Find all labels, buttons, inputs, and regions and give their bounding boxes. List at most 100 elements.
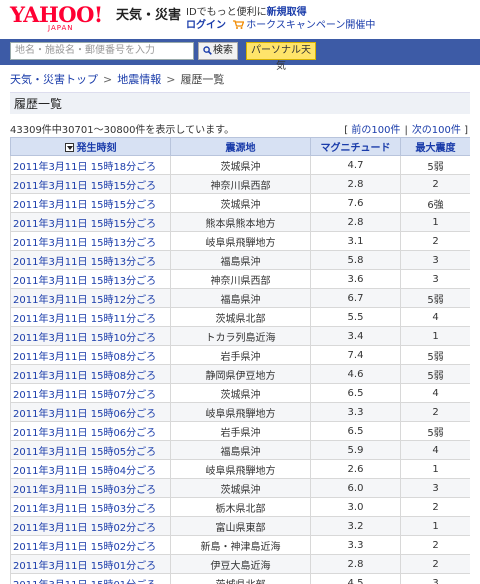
row-epicenter: 茨城県沖 xyxy=(170,193,311,213)
page-title: 履歴一覧 xyxy=(10,92,470,114)
row-time-link[interactable]: 2011年3月11日 15時15分ごろ xyxy=(13,181,156,192)
row-epicenter: 栃木県北部 xyxy=(170,497,311,517)
login-link[interactable]: ログイン xyxy=(186,20,226,31)
row-magnitude: 5.8 xyxy=(310,250,401,270)
table-row: 2011年3月11日 15時06分ごろ 岐阜県飛騨地方 3.3 2 xyxy=(10,402,470,422)
table-cell: 2011年3月11日 15時06分ごろ xyxy=(10,421,171,441)
row-magnitude: 3.1 xyxy=(310,231,401,251)
table-row: 2011年3月11日 15時07分ごろ 茨城県沖 6.5 4 xyxy=(10,383,470,403)
table-row: 2011年3月11日 15時03分ごろ 栃木県北部 3.0 2 xyxy=(10,497,470,517)
table-row: 2011年3月11日 15時08分ごろ 静岡県伊豆地方 4.6 5弱 xyxy=(10,364,470,384)
row-magnitude: 3.3 xyxy=(310,402,401,422)
row-intensity: 2 xyxy=(400,535,470,555)
row-magnitude: 6.5 xyxy=(310,383,401,403)
row-epicenter: トカラ列島近海 xyxy=(170,326,311,346)
personal-weather-button[interactable]: パーソナル天気 xyxy=(246,42,316,72)
row-magnitude: 7.6 xyxy=(310,193,401,213)
row-epicenter: 茨城県沖 xyxy=(170,478,311,498)
search-bar: 地名・施設名・郵便番号を入力 検索 パーソナル天気 xyxy=(0,39,480,72)
table-cell: 2011年3月11日 15時02分ごろ xyxy=(10,535,171,555)
row-time-link[interactable]: 2011年3月11日 15時06分ごろ xyxy=(13,428,156,439)
row-epicenter: 神奈川県西部 xyxy=(170,174,311,194)
row-epicenter: 福島県沖 xyxy=(170,440,311,460)
row-magnitude: 3.0 xyxy=(310,497,401,517)
row-epicenter: 岩手県沖 xyxy=(170,421,311,441)
login-campaign-line: ログイン ホークスキャンペーン開催中 xyxy=(186,16,375,31)
table-cell: 2011年3月11日 15時08分ごろ xyxy=(10,345,171,365)
row-intensity: 2 xyxy=(400,554,470,574)
yahoo-logo[interactable]: YAHOO! xyxy=(10,4,103,26)
pager-bracket-open: [ xyxy=(344,125,349,136)
row-magnitude: 3.2 xyxy=(310,516,401,536)
row-time-link[interactable]: 2011年3月11日 15時13分ごろ xyxy=(13,276,156,287)
row-magnitude: 5.9 xyxy=(310,440,401,460)
row-magnitude: 3.4 xyxy=(310,326,401,346)
table-cell: 2011年3月11日 15時18分ごろ xyxy=(10,155,171,175)
row-time-link[interactable]: 2011年3月11日 15時03分ごろ xyxy=(13,504,156,515)
breadcrumb-earthquake-info[interactable]: 地震情報 xyxy=(117,73,161,86)
row-time-link[interactable]: 2011年3月11日 15時18分ごろ xyxy=(13,162,156,173)
table-row: 2011年3月11日 15時12分ごろ 福島県沖 6.7 5弱 xyxy=(10,288,470,308)
row-intensity: 2 xyxy=(400,402,470,422)
row-intensity: 5弱 xyxy=(400,364,470,384)
table-cell: 2011年3月11日 15時11分ごろ xyxy=(10,307,171,327)
table-row: 2011年3月11日 15時08分ごろ 岩手県沖 7.4 5弱 xyxy=(10,345,470,365)
table-cell: 2011年3月11日 15時13分ごろ xyxy=(10,250,171,270)
row-epicenter: 岐阜県飛騨地方 xyxy=(170,402,311,422)
table-row: 2011年3月11日 15時13分ごろ 福島県沖 5.8 3 xyxy=(10,250,470,270)
table-row: 2011年3月11日 15時04分ごろ 岐阜県飛騨地方 2.6 1 xyxy=(10,459,470,479)
row-time-link[interactable]: 2011年3月11日 15時13分ごろ xyxy=(13,257,156,268)
row-intensity: 4 xyxy=(400,440,470,460)
table-row: 2011年3月11日 15時11分ごろ 茨城県北部 5.5 4 xyxy=(10,307,470,327)
table-cell: 2011年3月11日 15時03分ごろ xyxy=(10,497,171,517)
row-time-link[interactable]: 2011年3月11日 15時02分ごろ xyxy=(13,523,156,534)
row-time-link[interactable]: 2011年3月11日 15時07分ごろ xyxy=(13,390,156,401)
table-cell: 2011年3月11日 15時13分ごろ xyxy=(10,269,171,289)
pager-separator: | xyxy=(404,125,408,136)
table-row: 2011年3月11日 15時06分ごろ 岩手県沖 6.5 5弱 xyxy=(10,421,470,441)
table-row: 2011年3月11日 15時15分ごろ 茨城県沖 7.6 6強 xyxy=(10,193,470,213)
row-time-link[interactable]: 2011年3月11日 15時05分ごろ xyxy=(13,447,156,458)
row-magnitude: 3.6 xyxy=(310,269,401,289)
column-header-magnitude[interactable]: マグニチュード xyxy=(310,137,401,156)
row-time-link[interactable]: 2011年3月11日 15時08分ごろ xyxy=(13,371,156,382)
row-time-link[interactable]: 2011年3月11日 15時12分ごろ xyxy=(13,295,156,306)
row-time-link[interactable]: 2011年3月11日 15時06分ごろ xyxy=(13,409,156,420)
sort-desc-icon[interactable] xyxy=(64,143,74,152)
row-time-link[interactable]: 2011年3月11日 15時02分ごろ xyxy=(13,542,156,553)
table-row: 2011年3月11日 15時02分ごろ 富山県東部 3.2 1 xyxy=(10,516,470,536)
row-time-link[interactable]: 2011年3月11日 15時04分ごろ xyxy=(13,466,156,477)
row-time-link[interactable]: 2011年3月11日 15時10分ごろ xyxy=(13,333,156,344)
search-icon xyxy=(203,46,212,55)
column-header-epicenter[interactable]: 震源地 xyxy=(170,137,311,156)
row-time-link[interactable]: 2011年3月11日 15時01分ごろ xyxy=(13,561,156,572)
service-name[interactable]: 天気・災害 xyxy=(116,4,181,23)
breadcrumb-current: 履歴一覧 xyxy=(180,73,225,86)
table-cell: 2011年3月11日 15時15分ごろ xyxy=(10,193,171,213)
row-intensity: 2 xyxy=(400,174,470,194)
row-time-link[interactable]: 2011年3月11日 15時08分ごろ xyxy=(13,352,156,363)
row-magnitude: 2.6 xyxy=(310,459,401,479)
campaign-link[interactable]: ホークスキャンペーン開催中 xyxy=(246,20,375,31)
row-intensity: 6強 xyxy=(400,193,470,213)
table-row: 2011年3月11日 15時01分ごろ 茨城県北部4.53 xyxy=(10,573,470,584)
row-epicenter: 福島県沖 xyxy=(170,288,311,308)
row-time-link[interactable]: 2011年3月11日 15時13分ごろ xyxy=(13,238,156,249)
row-intensity: 2 xyxy=(400,497,470,517)
row-time-link[interactable]: 2011年3月11日 15時03分ごろ xyxy=(13,485,156,496)
row-time-link[interactable]: 2011年3月11日 15時15分ごろ xyxy=(13,219,156,230)
column-header-intensity[interactable]: 最大震度 xyxy=(400,137,470,156)
search-input[interactable]: 地名・施設名・郵便番号を入力 xyxy=(10,42,194,60)
row-time-link[interactable]: 2011年3月11日 15時01分ごろ xyxy=(13,580,156,584)
row-epicenter: 岩手県沖 xyxy=(170,345,311,365)
search-button[interactable]: 検索 xyxy=(198,42,238,60)
breadcrumb-weather-top[interactable]: 天気・災害トップ xyxy=(10,73,98,86)
table-header-row: 発生時刻 震源地 マグニチュード 最大震度 xyxy=(10,137,470,156)
next-page-link[interactable]: 次の100件 xyxy=(412,125,461,136)
column-header-time[interactable]: 発生時刻 xyxy=(10,137,171,156)
row-time-link[interactable]: 2011年3月11日 15時15分ごろ xyxy=(13,200,156,211)
row-time-link[interactable]: 2011年3月11日 15時11分ごろ xyxy=(13,314,156,325)
prev-page-link[interactable]: 前の100件 xyxy=(351,125,400,136)
row-epicenter: 岐阜県飛騨地方 xyxy=(170,231,311,251)
table-row: 2011年3月11日 15時15分ごろ 神奈川県西部 2.8 2 xyxy=(10,174,470,194)
